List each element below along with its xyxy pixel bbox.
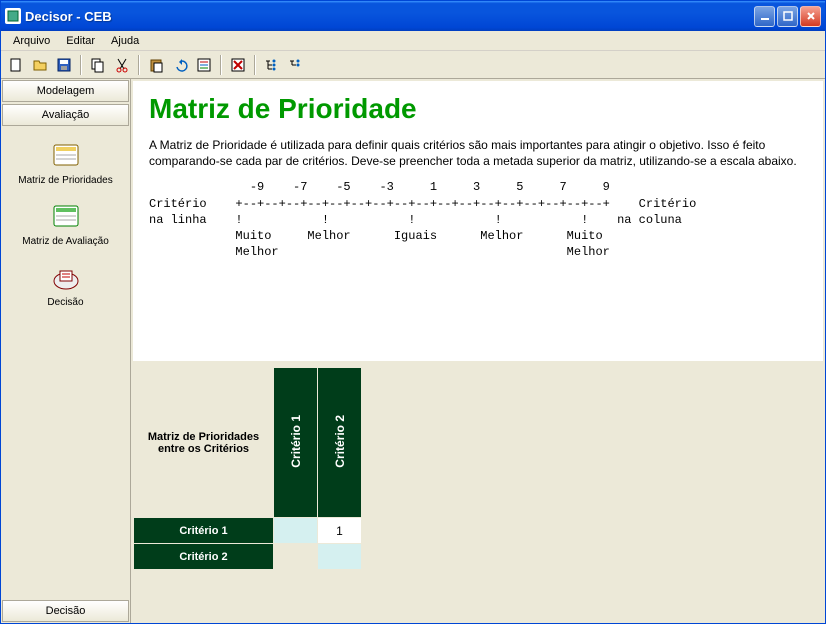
matrix-priorities-icon: [50, 141, 82, 173]
undo-icon: [172, 57, 188, 73]
matrix-col-criterio-1: Critério 1: [274, 368, 318, 518]
sidebar-item-label: Decisão: [47, 297, 83, 308]
sidebar-tab-modelagem[interactable]: Modelagem: [2, 80, 129, 102]
undo-button[interactable]: [169, 54, 191, 76]
window-title: Decisor - CEB: [25, 9, 754, 24]
toolbar-sep-1: [80, 55, 82, 75]
expand-icon: [264, 57, 280, 73]
window-controls: [754, 6, 821, 27]
minimize-button[interactable]: [754, 6, 775, 27]
cut-button[interactable]: [111, 54, 133, 76]
matrix-col-criterio-2: Critério 2: [318, 368, 362, 518]
sidebar-tab-avaliacao[interactable]: Avaliação: [2, 104, 129, 126]
sidebar-item-label: Matriz de Prioridades: [18, 175, 112, 186]
close-button[interactable]: [800, 6, 821, 27]
collapse-icon: [288, 57, 304, 73]
matrix-corner-label: Matriz de Prioridades entre os Critérios: [134, 368, 274, 518]
menu-ajuda[interactable]: Ajuda: [103, 33, 147, 49]
matrix-cell-r1c1: [318, 544, 362, 570]
new-button[interactable]: [5, 54, 27, 76]
toolbar-sep-3: [220, 55, 222, 75]
paste-button[interactable]: [145, 54, 167, 76]
sidebar-tab-decisao[interactable]: Decisão: [2, 600, 129, 622]
open-icon: [32, 57, 48, 73]
sidebar-item-matriz-prioridades[interactable]: Matriz de Prioridades: [1, 137, 130, 196]
page-title: Matriz de Prioridade: [149, 93, 807, 125]
expand-button[interactable]: [261, 54, 283, 76]
content-pane: Matriz de Prioridade A Matriz de Priorid…: [131, 79, 825, 623]
toolbar-sep-4: [254, 55, 256, 75]
sidebar-item-label: Matriz de Avaliação: [22, 236, 109, 247]
matrix-row-criterio-1: Critério 1: [134, 518, 274, 544]
menu-editar[interactable]: Editar: [58, 33, 103, 49]
save-icon: [56, 57, 72, 73]
maximize-button[interactable]: [777, 6, 798, 27]
matrix-cell-r0c1[interactable]: 1: [318, 518, 362, 544]
cut-icon: [114, 57, 130, 73]
sidebar-item-matriz-avaliacao[interactable]: Matriz de Avaliação: [1, 198, 130, 257]
delete-icon: [230, 57, 246, 73]
matrix-evaluation-icon: [50, 202, 82, 234]
delete-button[interactable]: [227, 54, 249, 76]
sidebar-item-decisao[interactable]: Decisão: [1, 259, 130, 318]
priority-matrix-table: Matriz de Prioridades entre os Critérios…: [133, 367, 362, 570]
toolbar-sep-2: [138, 55, 140, 75]
copy-icon: [90, 57, 106, 73]
save-button[interactable]: [53, 54, 75, 76]
open-button[interactable]: [29, 54, 51, 76]
decision-icon: [50, 263, 82, 295]
app-icon: [5, 8, 21, 24]
sidebar: Modelagem Avaliação Matriz de Prioridade…: [1, 79, 131, 623]
matrix-row-criterio-2: Critério 2: [134, 544, 274, 570]
app-window: Decisor - CEB Arquivo Editar Ajuda Model…: [0, 0, 826, 624]
matrix-area: Matriz de Prioridades entre os Critérios…: [133, 361, 823, 590]
new-icon: [8, 57, 24, 73]
menubar: Arquivo Editar Ajuda: [1, 31, 825, 51]
matrix-cell-r1c0: [274, 544, 318, 570]
content-inner: Matriz de Prioridade A Matriz de Priorid…: [133, 81, 823, 361]
properties-button[interactable]: [193, 54, 215, 76]
matrix-cell-r0c0: [274, 518, 318, 544]
toolbar: [1, 51, 825, 79]
menu-arquivo[interactable]: Arquivo: [5, 33, 58, 49]
collapse-button[interactable]: [285, 54, 307, 76]
main-area: Modelagem Avaliação Matriz de Prioridade…: [1, 79, 825, 623]
titlebar: Decisor - CEB: [1, 1, 825, 31]
intro-text: A Matriz de Prioridade é utilizada para …: [149, 137, 807, 169]
paste-icon: [148, 57, 164, 73]
copy-button[interactable]: [87, 54, 109, 76]
props-icon: [196, 57, 212, 73]
scale-diagram: -9 -7 -5 -3 1 3 5 7 9 Critério +--+--+--…: [149, 179, 807, 260]
sidebar-content: Matriz de Prioridades Matriz de Avaliaçã…: [1, 127, 130, 600]
